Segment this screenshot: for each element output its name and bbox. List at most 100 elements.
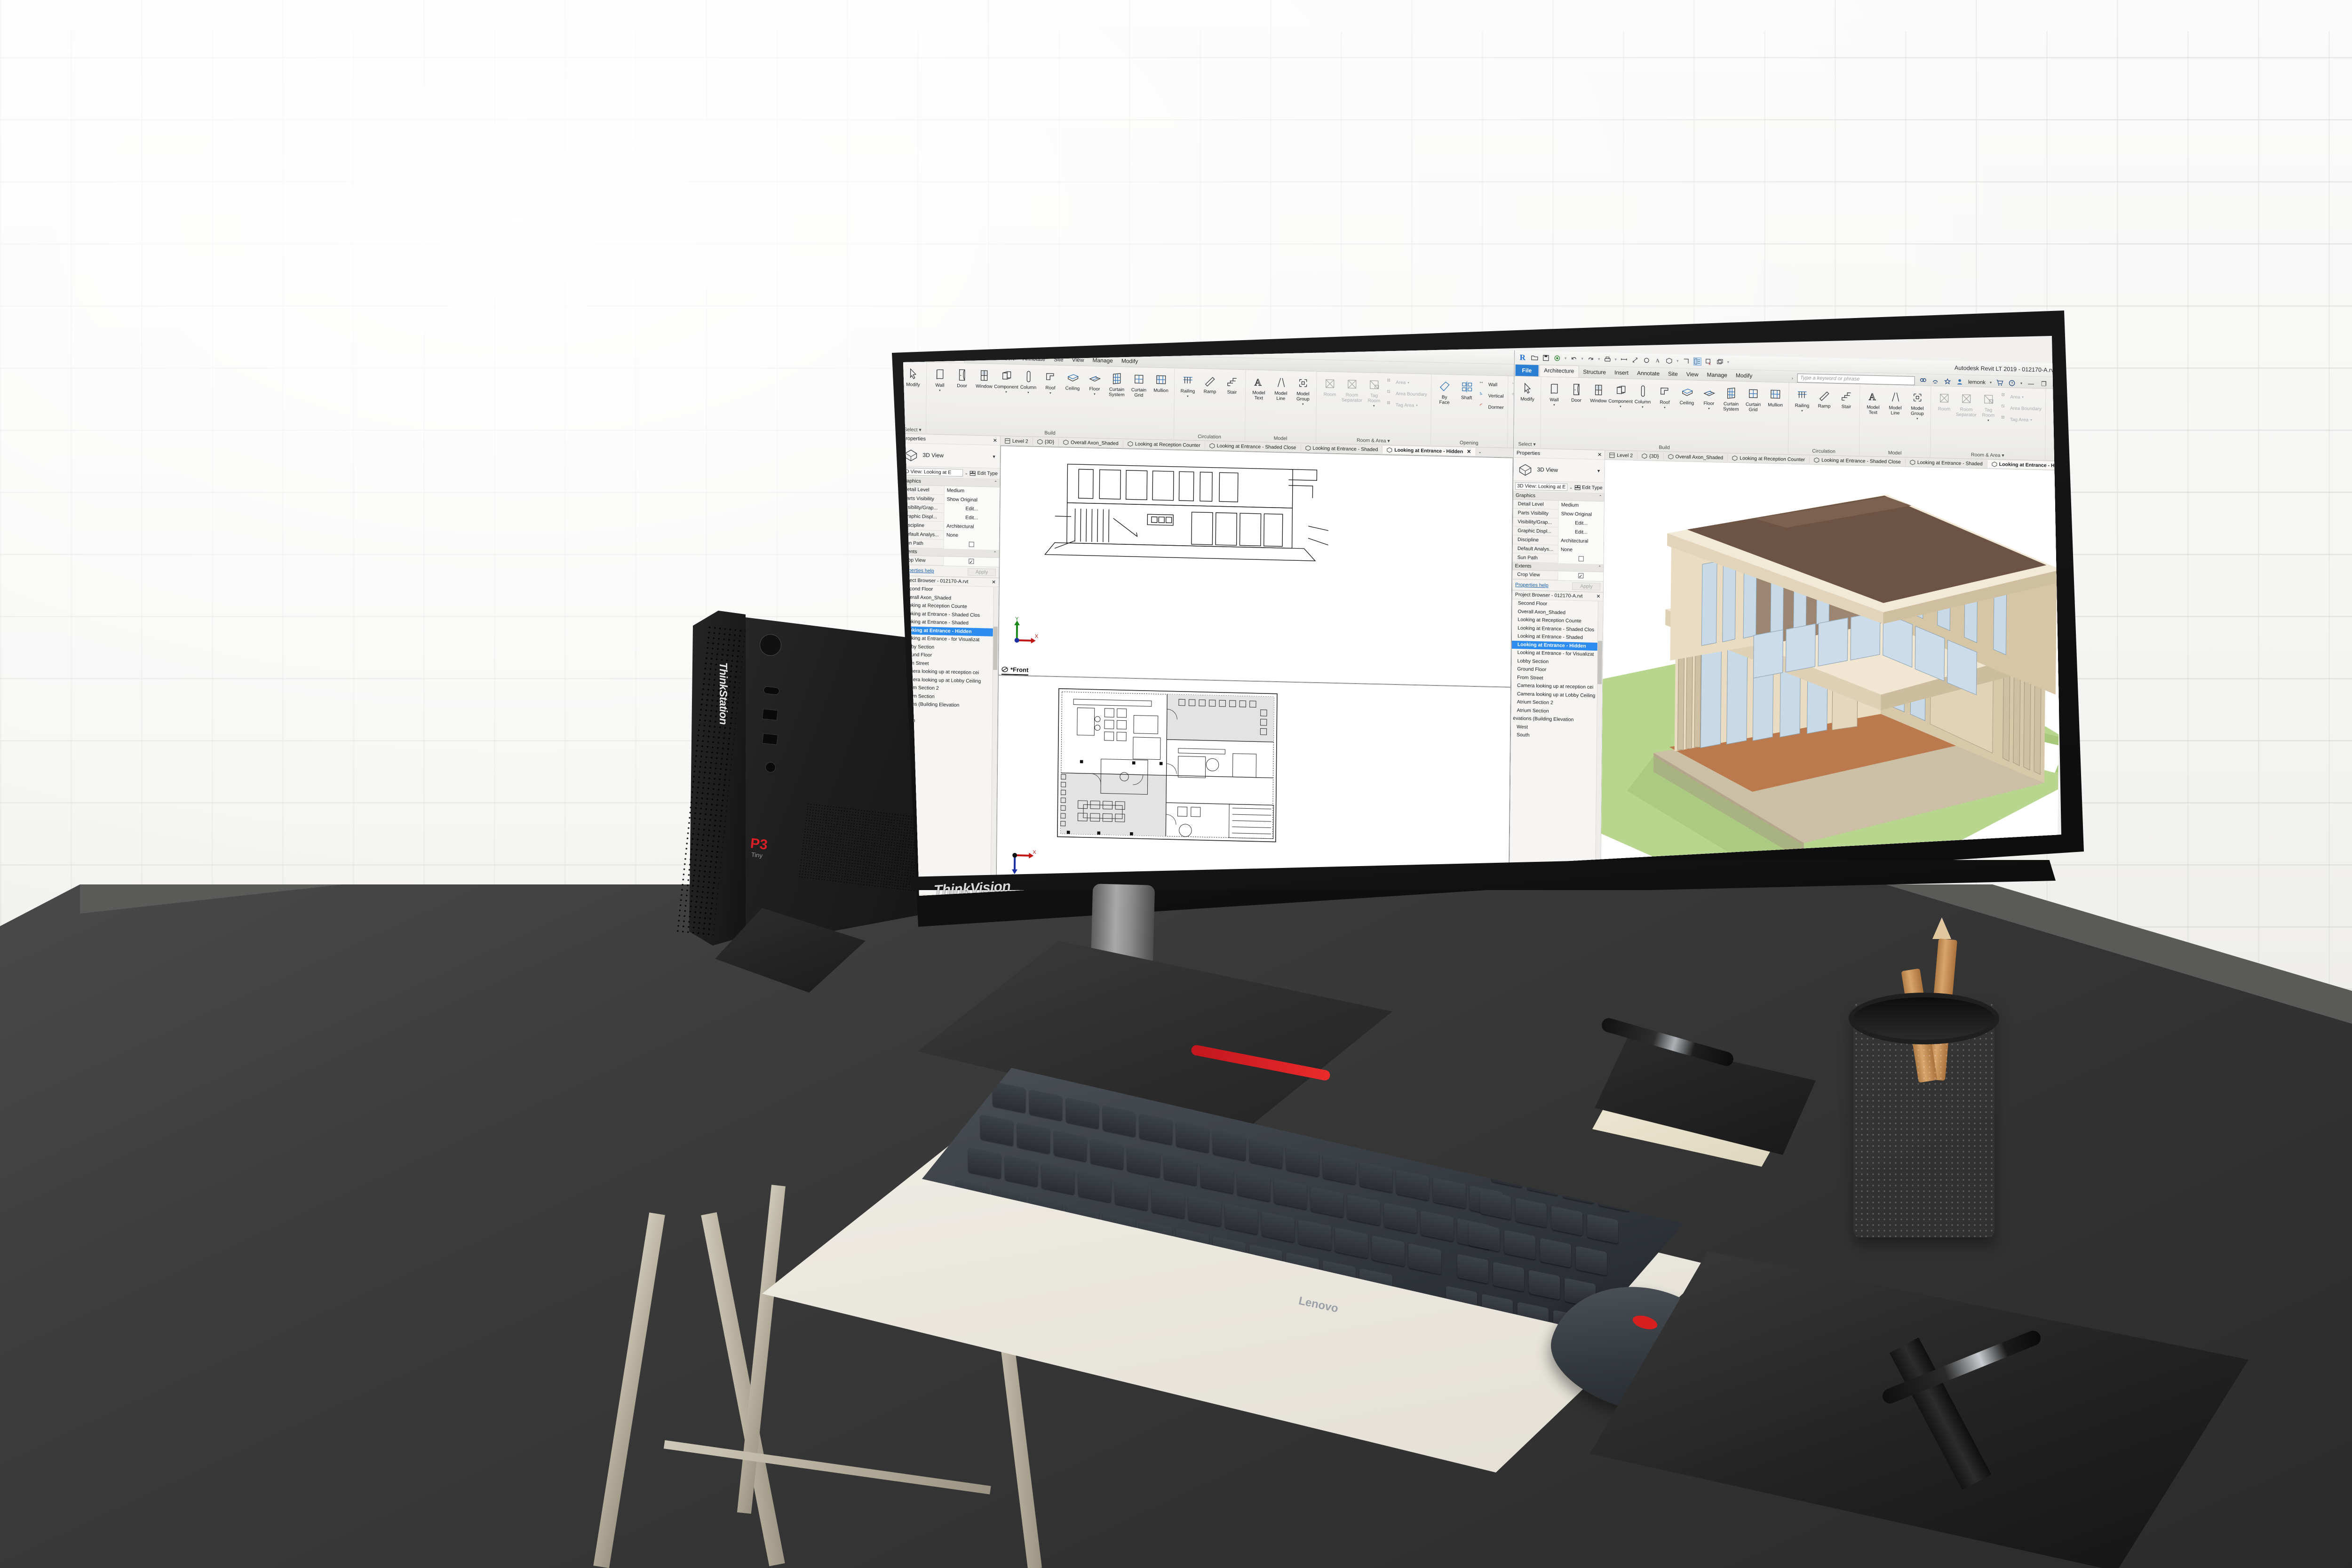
properties-help-link[interactable]: Properties help	[1515, 582, 1549, 589]
view-tab[interactable]: Overall Axon_Shaded	[1663, 452, 1728, 462]
view-tab[interactable]: Looking at Entrance - Shaded	[1301, 444, 1383, 454]
property-value[interactable]: Medium	[1558, 500, 1605, 510]
undo-icon[interactable]	[955, 340, 963, 348]
view-tab[interactable]: Level 2	[1605, 451, 1638, 460]
model-group-button[interactable]: Model Group ▾	[1907, 388, 1929, 422]
keyboard-key[interactable]	[1274, 1178, 1307, 1210]
tab-modify[interactable]: Modify	[1117, 356, 1143, 367]
tag-icon[interactable]	[1643, 356, 1651, 364]
chevron-down-icon[interactable]: ▾	[1987, 419, 1989, 422]
sync-icon[interactable]	[1553, 354, 1561, 362]
property-value[interactable]: None	[1557, 545, 1604, 555]
curtain-system-button[interactable]: Curtain System	[1106, 368, 1128, 400]
roof-button[interactable]: Roof ▾	[1040, 367, 1062, 397]
keyboard-key[interactable]	[1384, 1202, 1417, 1234]
scrollbar-thumb[interactable]	[1597, 641, 1603, 685]
save-icon[interactable]	[928, 339, 936, 347]
tab-annotate[interactable]: Annotate	[1633, 368, 1664, 380]
floor-button[interactable]: Floor ▾	[1084, 368, 1106, 398]
keyboard-key[interactable]	[1213, 1129, 1246, 1161]
stair-button[interactable]: Stair	[1836, 386, 1858, 412]
wall-button[interactable]: Wall ▾	[1543, 379, 1565, 408]
chevron-down-icon[interactable]: ▾	[1416, 404, 1418, 407]
collapse-chevron-icon[interactable]: ⌃	[993, 551, 997, 557]
keyboard-key[interactable]	[1139, 1113, 1172, 1145]
chevron-down-icon[interactable]: ▾	[1005, 390, 1007, 394]
viewport-front[interactable]: Y X *Front	[998, 446, 1513, 687]
view-tab[interactable]: Looking at Reception Counter	[1123, 439, 1205, 449]
numpad-key[interactable]	[1480, 1190, 1511, 1220]
collapse-chevron-icon[interactable]: ⌃	[994, 480, 997, 486]
chevron-down-icon[interactable]: ▾	[1664, 406, 1666, 409]
opening-by-face-button[interactable]: By Face	[1433, 376, 1455, 408]
numpad-key[interactable]	[1551, 1206, 1582, 1236]
tab-view[interactable]: View	[1682, 369, 1703, 380]
view-tabs-overflow-icon[interactable]: ⌄	[1476, 449, 1484, 454]
column-button[interactable]: Column ▾	[1632, 381, 1654, 411]
section-icon[interactable]	[1682, 357, 1690, 365]
autodesk-360-icon[interactable]	[1931, 377, 1939, 385]
property-value[interactable]: Edit...	[1558, 518, 1604, 528]
tab-structure[interactable]: Structure	[1579, 366, 1610, 378]
property-checkbox[interactable]	[969, 541, 974, 548]
ceiling-button[interactable]: Ceiling	[1676, 382, 1698, 408]
modify-tool-button[interactable]: Modify	[903, 364, 924, 390]
keyboard-key[interactable]	[1200, 1162, 1233, 1194]
model-line-button[interactable]: Model Line	[1270, 373, 1292, 404]
keyboard-key[interactable]	[993, 1081, 1025, 1113]
keyboard-key[interactable]	[1152, 1187, 1184, 1219]
keyboard-key[interactable]	[1433, 1177, 1466, 1209]
model-text-button[interactable]: A Model Text	[1248, 372, 1270, 403]
chevron-down-icon[interactable]: ▾	[1553, 404, 1555, 407]
view-tab[interactable]: Looking at Entrance - Shaded Close	[1205, 441, 1301, 452]
thin-lines-icon[interactable]	[1693, 357, 1701, 366]
view-tab[interactable]: Looking at Reception Counter	[1728, 454, 1810, 464]
component-button[interactable]: Component ▾	[994, 366, 1018, 396]
ceiling-button[interactable]: Ceiling	[1062, 367, 1084, 394]
search-icon[interactable]	[1919, 377, 1927, 385]
numpad-key[interactable]	[1540, 1238, 1571, 1268]
view-tab[interactable]: Level 2	[1000, 437, 1033, 446]
keyboard-key[interactable]	[1408, 1243, 1441, 1275]
stair-button[interactable]: Stair	[1221, 371, 1243, 398]
customize-qat-icon[interactable]: ▾	[1727, 359, 1729, 365]
type-selector[interactable]: 3D View: Looking at E	[903, 468, 963, 477]
project-browser-close-icon[interactable]: ✕	[1596, 594, 1600, 599]
type-selector-chevron-icon[interactable]: ⌄	[1569, 485, 1573, 489]
keyboard-key[interactable]	[1017, 1122, 1050, 1154]
numpad-key[interactable]	[1576, 1246, 1607, 1276]
view-tab[interactable]: {3D}	[1637, 452, 1664, 460]
model-line-button[interactable]: Model Line	[1884, 387, 1907, 418]
account-avatar-icon[interactable]	[1956, 378, 1964, 386]
chevron-down-icon[interactable]: ▼	[1597, 469, 1601, 473]
edit-type-button[interactable]: Edit Type	[970, 470, 998, 477]
viewport-top[interactable]: X Z *Top	[996, 675, 1511, 896]
select-group-label[interactable]: Select ▾	[1518, 441, 1535, 449]
property-value[interactable]: Show Original	[1558, 509, 1605, 519]
window-button[interactable]: Window	[973, 366, 995, 392]
chevron-down-icon[interactable]: ▾	[1187, 395, 1189, 398]
help-chevron-icon[interactable]: ▾	[2020, 381, 2022, 385]
viewport-3d[interactable]: ▾ ▾	[1600, 460, 2061, 896]
type-selector[interactable]: 3D View: Looking at E	[1515, 482, 1568, 491]
keyboard-key[interactable]	[980, 1114, 1013, 1146]
close-hidden-windows-icon[interactable]: x	[1704, 358, 1712, 366]
dormer-opening-button[interactable]: Dormer	[1478, 402, 1505, 413]
save-icon[interactable]	[1542, 354, 1550, 362]
keyboard-key[interactable]	[1041, 1163, 1074, 1195]
numpad-key[interactable]	[1529, 1270, 1560, 1300]
keyboard-key[interactable]	[1237, 1170, 1270, 1202]
numpad-key[interactable]	[1504, 1230, 1535, 1260]
account-username[interactable]: lemonk	[1968, 379, 1986, 385]
property-checkbox[interactable]	[969, 558, 974, 565]
keyboard-key[interactable]	[1335, 1227, 1368, 1259]
keyboard-key[interactable]	[1188, 1195, 1221, 1227]
curtain-grid-button[interactable]: Curtain Grid	[1742, 383, 1764, 415]
tab-architecture[interactable]: Architecture	[1539, 365, 1579, 378]
keyboard-key[interactable]	[1372, 1235, 1405, 1267]
property-value[interactable]	[1557, 554, 1604, 564]
view-tab[interactable]: {3D}	[1033, 438, 1059, 446]
type-selector-chevron-icon[interactable]: ⌄	[965, 471, 968, 475]
door-button[interactable]: Door	[951, 365, 973, 391]
minimize-button[interactable]: —	[2026, 380, 2035, 387]
